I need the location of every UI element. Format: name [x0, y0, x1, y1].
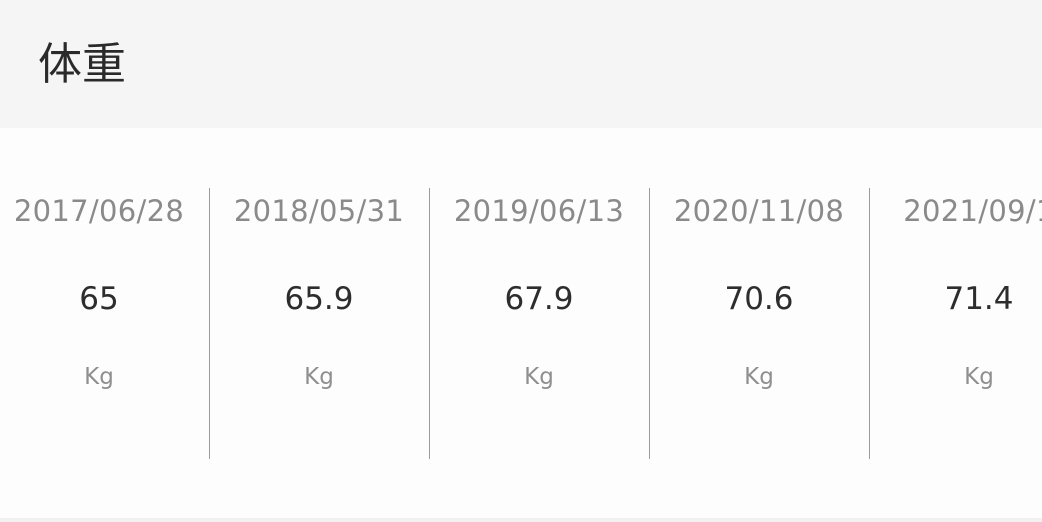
record-date: 2017/06/28 — [13, 194, 185, 228]
record-date: 2018/05/31 — [233, 194, 405, 228]
weight-record-card[interactable]: 2021/09/1 71.4 Kg — [869, 188, 1042, 460]
record-date: 2021/09/1 — [903, 194, 1042, 228]
record-unit: Kg — [304, 364, 334, 390]
record-value: 65.9 — [284, 281, 354, 317]
bottom-divider — [0, 518, 1042, 522]
record-date: 2019/06/13 — [453, 194, 625, 228]
header-bar: 体重 — [0, 0, 1042, 128]
weight-record-card[interactable]: 2019/06/13 67.9 Kg — [429, 188, 650, 460]
record-value: 71.4 — [944, 281, 1014, 317]
record-value: 70.6 — [724, 281, 794, 317]
record-unit: Kg — [964, 364, 994, 390]
record-value: 67.9 — [504, 281, 574, 317]
weight-record-card[interactable]: 2017/06/28 65 Kg — [0, 188, 210, 460]
weight-record-card[interactable]: 2020/11/08 70.6 Kg — [649, 188, 870, 460]
page-title: 体重 — [38, 39, 126, 90]
record-unit: Kg — [744, 364, 774, 390]
weight-records-row: 2017/06/28 65 Kg 2018/05/31 65.9 Kg 2019… — [0, 188, 1042, 460]
record-unit: Kg — [84, 364, 114, 390]
weight-history-panel: 2017/06/28 65 Kg 2018/05/31 65.9 Kg 2019… — [0, 128, 1042, 518]
record-unit: Kg — [524, 364, 554, 390]
weight-record-card[interactable]: 2018/05/31 65.9 Kg — [209, 188, 430, 460]
record-date: 2020/11/08 — [673, 194, 845, 228]
weight-page: 体重 2017/06/28 65 Kg 2018/05/31 65.9 Kg 2… — [0, 0, 1042, 522]
record-value: 65 — [79, 281, 119, 317]
